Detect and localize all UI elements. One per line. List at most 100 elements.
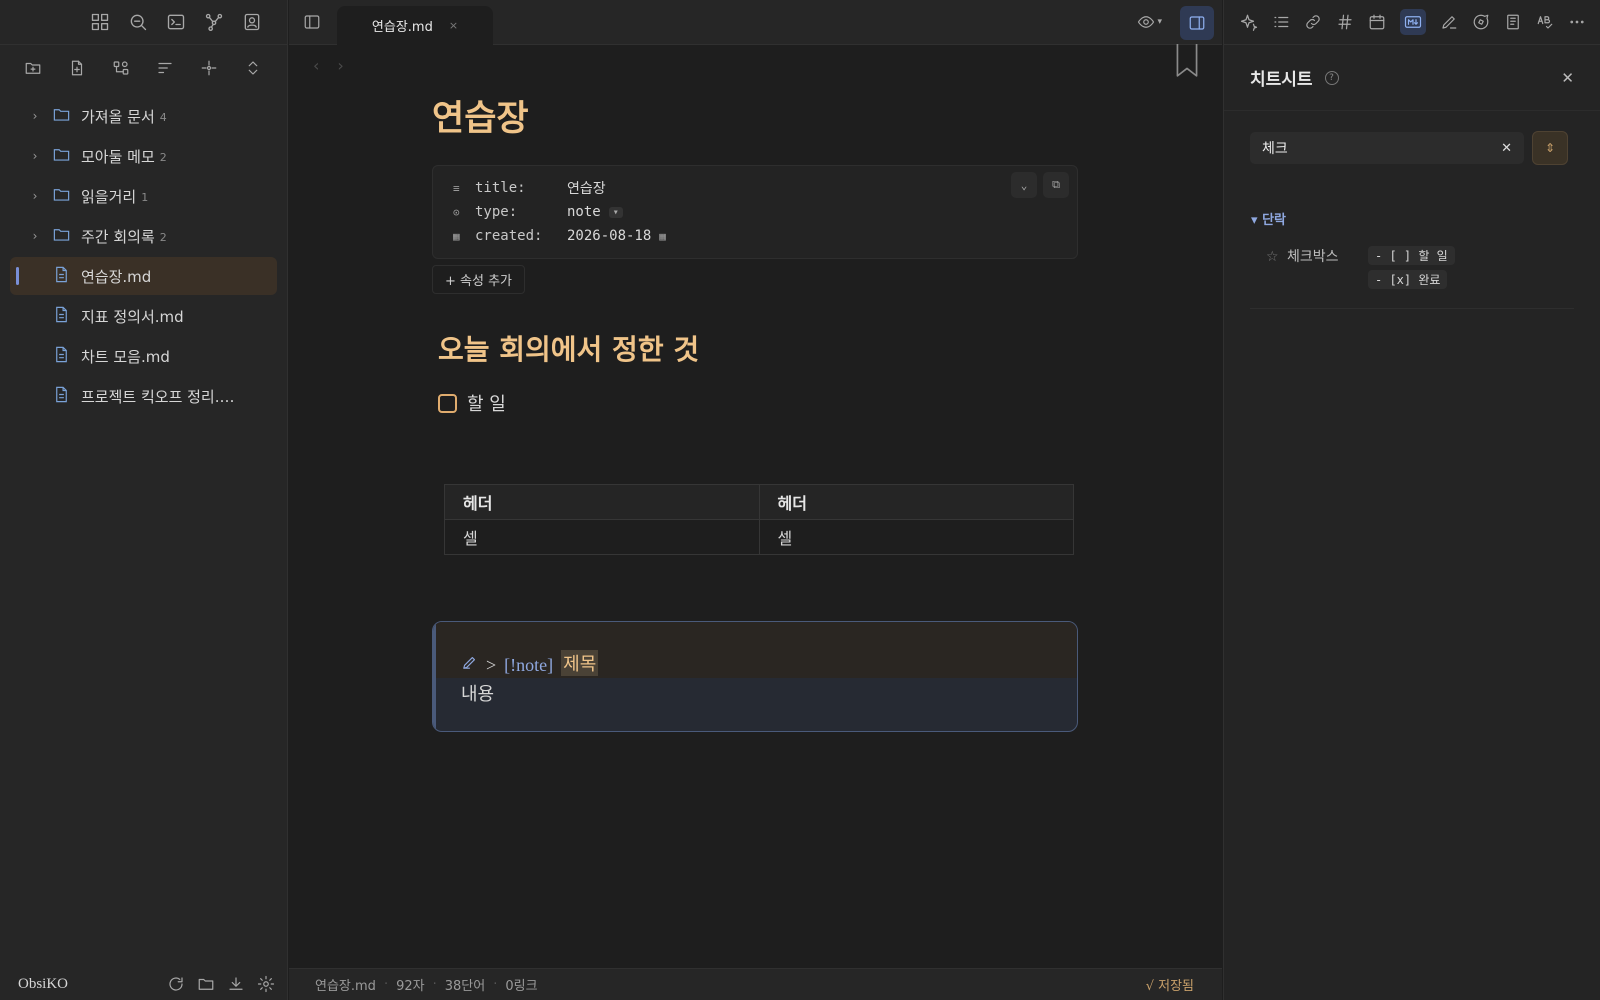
- collapse-icon[interactable]: [244, 59, 262, 77]
- chevron-right-icon: ›: [32, 109, 38, 123]
- table-header-cell[interactable]: 헤더: [758, 484, 1074, 520]
- file-explorer-toolbar: [0, 45, 287, 91]
- edit-icon[interactable]: [1440, 13, 1458, 31]
- table-row: 셀 셀: [444, 519, 1074, 555]
- list-icon[interactable]: [1272, 13, 1290, 31]
- copy-icon[interactable]: ⧉: [1043, 172, 1069, 198]
- spellcheck-icon[interactable]: [1536, 13, 1554, 31]
- property-row[interactable]: ≡ title: 연습장: [453, 176, 1057, 200]
- callout-marker: >: [486, 655, 497, 675]
- tree-folder[interactable]: › 모아둘 메모 2: [10, 137, 277, 175]
- file-icon: [52, 305, 71, 328]
- code-snippet[interactable]: - [ ] 할 일: [1368, 246, 1455, 265]
- comment-icon[interactable]: [1472, 13, 1490, 31]
- help-icon[interactable]: ?: [1324, 70, 1339, 85]
- cheatsheet-entry[interactable]: ☆ 체크박스 - [ ] 할 일 - [x] 완료: [1250, 246, 1574, 309]
- graph-icon[interactable]: [204, 12, 224, 32]
- reveal-icon[interactable]: [200, 59, 218, 77]
- save-status: √ 저장됨: [1145, 979, 1194, 994]
- section-label[interactable]: ▾ 단락: [1251, 209, 1600, 228]
- folder-label: 읽을거리: [81, 187, 137, 206]
- sort-toggle-button[interactable]: ⇕: [1532, 131, 1568, 165]
- layout-icon[interactable]: [90, 12, 110, 32]
- calendar-icon[interactable]: [1368, 13, 1386, 31]
- add-property-button[interactable]: + 속성 추가: [432, 265, 525, 294]
- vault-footer: ObsiKO: [0, 968, 287, 1000]
- property-key: title:: [475, 180, 526, 196]
- canvas-icon[interactable]: [112, 59, 130, 77]
- table-header-cell[interactable]: 헤더: [444, 484, 760, 520]
- sort-icon[interactable]: [156, 59, 174, 77]
- callout-block[interactable]: > [!note] 제목 내용: [432, 621, 1078, 732]
- property-row[interactable]: ⊙ type: note ▾: [453, 200, 1057, 224]
- folder-count: 1: [141, 190, 149, 204]
- close-icon[interactable]: ✕: [1561, 69, 1574, 87]
- property-value[interactable]: 연습장: [567, 178, 606, 198]
- back-arrow-icon[interactable]: ‹: [313, 56, 319, 75]
- calendar-icon: ▦: [453, 229, 460, 243]
- tree-folder[interactable]: › 읽을거리 1: [10, 177, 277, 215]
- tab-active[interactable]: 연습장.md ×: [337, 6, 493, 45]
- property-value[interactable]: 2026-08-18: [567, 228, 651, 244]
- chevron-down-icon[interactable]: ⌄: [1011, 172, 1037, 198]
- chevron-right-icon: ›: [32, 189, 38, 203]
- sync-icon[interactable]: [167, 975, 185, 993]
- new-note-icon[interactable]: [68, 59, 86, 77]
- download-icon[interactable]: [227, 975, 245, 993]
- markdown-icon[interactable]: [1400, 9, 1426, 35]
- sparkle-icon[interactable]: [1240, 13, 1258, 31]
- task-item[interactable]: 할 일: [438, 390, 1078, 416]
- doc-title[interactable]: 연습장: [432, 90, 1078, 141]
- tree-file[interactable]: 지표 정의서.md: [10, 297, 277, 335]
- sidebar-toggle-icon[interactable]: [303, 13, 321, 31]
- entry-label: 체크박스: [1287, 249, 1339, 265]
- gear-icon[interactable]: [257, 975, 275, 993]
- property-key: created:: [475, 228, 543, 244]
- forward-arrow-icon[interactable]: ›: [337, 56, 343, 75]
- tree-folder[interactable]: › 가져올 문서 4: [10, 97, 277, 135]
- markdown-table: 헤더 헤더 셀 셀: [444, 484, 1074, 555]
- status-chars: 92자: [396, 979, 425, 994]
- property-row[interactable]: ▦ created: 2026-08-18 ▦: [453, 224, 1057, 248]
- new-folder-icon[interactable]: [24, 59, 42, 77]
- tree-file[interactable]: 차트 모음.md: [10, 337, 277, 375]
- book-icon[interactable]: [1504, 13, 1522, 31]
- right-panel-toggle[interactable]: [1180, 6, 1214, 40]
- property-value[interactable]: note: [567, 204, 601, 220]
- table-cell[interactable]: 셀: [758, 519, 1074, 555]
- callout-title: 제목: [561, 650, 599, 676]
- star-icon[interactable]: ☆: [1266, 249, 1279, 265]
- hashtag-icon[interactable]: [1336, 13, 1354, 31]
- text-icon: ≡: [453, 181, 460, 195]
- entry-code: - [ ] 할 일 - [x] 완료: [1368, 246, 1455, 294]
- separator: ·: [383, 977, 389, 992]
- folder-count: 2: [159, 230, 167, 244]
- search-input[interactable]: [1262, 140, 1502, 156]
- cheatsheet-search-row: ✕ ⇕: [1224, 111, 1600, 165]
- search-icon[interactable]: [128, 12, 148, 32]
- heading[interactable]: 오늘 회의에서 정한 것: [438, 328, 1078, 368]
- code-snippet[interactable]: - [x] 완료: [1368, 270, 1448, 289]
- status-bar: 연습장.md · 92자 · 38단어 · 0링크 √ 저장됨: [289, 968, 1222, 1000]
- right-toolbar: [1224, 0, 1600, 45]
- folder-count: 4: [159, 110, 167, 124]
- terminal-icon[interactable]: [166, 12, 186, 32]
- more-icon[interactable]: [1568, 13, 1586, 31]
- dropdown-icon[interactable]: ▾: [608, 206, 623, 218]
- tree-file-active[interactable]: 연습장.md: [10, 257, 277, 295]
- calendar-icon[interactable]: ▦: [659, 230, 666, 243]
- folder-icon[interactable]: [197, 975, 215, 993]
- contact-icon[interactable]: [242, 12, 262, 32]
- clear-search-icon[interactable]: ✕: [1501, 141, 1512, 156]
- link-icon[interactable]: [1304, 13, 1322, 31]
- tab-close-icon[interactable]: ×: [449, 19, 458, 32]
- tree-folder[interactable]: › 주간 회의록 2: [10, 217, 277, 255]
- tree-file[interactable]: 프로젝트 킥오프 정리.…: [10, 377, 277, 415]
- checkbox[interactable]: [438, 393, 457, 413]
- separator: ·: [493, 977, 498, 992]
- vault-name[interactable]: ObsiKO: [18, 976, 167, 993]
- folder-icon: [52, 105, 71, 128]
- view-mode-button[interactable]: ▾: [1137, 13, 1162, 31]
- bookmark-icon[interactable]: [1174, 44, 1200, 78]
- table-cell[interactable]: 셀: [444, 519, 760, 555]
